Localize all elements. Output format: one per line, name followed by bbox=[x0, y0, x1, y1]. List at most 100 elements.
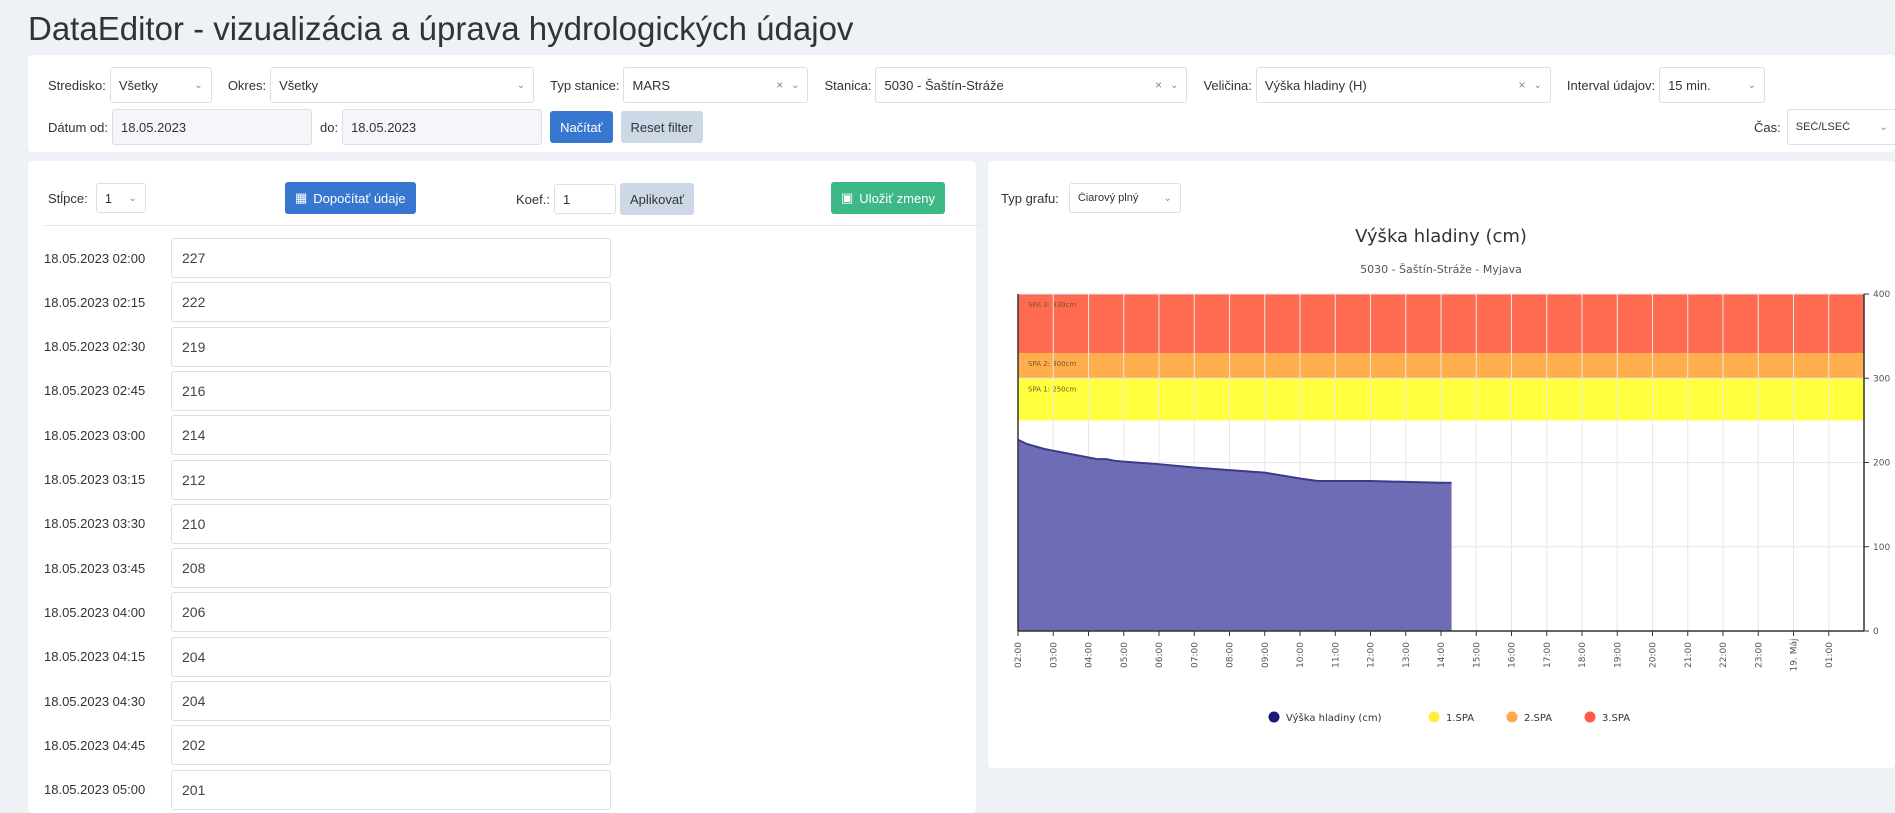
y-tick-label: 400 bbox=[1873, 290, 1890, 300]
list-item: 18.05.2023 04:30 204 bbox=[44, 681, 611, 721]
filter-row-1: Stredisko: Všetky ⌄ Okres: Všetky ⌄ Typ … bbox=[48, 67, 1766, 103]
row-timestamp: 18.05.2023 03:30 bbox=[44, 516, 146, 532]
legend-marker bbox=[1268, 711, 1280, 723]
legend-label: Výška hladiny (cm) bbox=[1286, 712, 1382, 724]
cas-label: Čas: bbox=[1754, 119, 1781, 135]
series-area bbox=[1018, 439, 1452, 631]
koef-input[interactable]: 1 bbox=[553, 184, 616, 214]
list-item: 18.05.2023 04:15 204 bbox=[44, 636, 611, 677]
band-label: SPA 2: 300cm bbox=[1028, 360, 1076, 368]
row-value-input[interactable]: 227 bbox=[171, 238, 611, 278]
y-tick-label: 100 bbox=[1873, 543, 1890, 553]
koef-label: Koef.: bbox=[516, 191, 550, 207]
datum-od-input[interactable]: 18.05.2023 bbox=[111, 109, 312, 145]
row-value-input[interactable]: 212 bbox=[171, 459, 611, 500]
legend-marker bbox=[1506, 711, 1518, 723]
okres-value: Všetky bbox=[279, 77, 319, 93]
list-item: 18.05.2023 03:30 210 bbox=[44, 503, 611, 544]
row-timestamp: 18.05.2023 04:15 bbox=[44, 649, 146, 665]
stredisko-select[interactable]: Všetky ⌄ bbox=[109, 67, 212, 103]
x-tick-label: 04:00 bbox=[1085, 642, 1095, 668]
filter-row-2: Dátum od: 18.05.2023 do: 18.05.2023 Načí… bbox=[48, 109, 703, 145]
dopocitat-button[interactable]: ▦ Dopočítať údaje bbox=[285, 182, 416, 214]
row-value-input[interactable]: 208 bbox=[171, 548, 611, 589]
velicina-label: Veličina: bbox=[1203, 77, 1252, 93]
legend-marker bbox=[1584, 711, 1596, 723]
row-value-input[interactable]: 210 bbox=[171, 503, 611, 544]
row-value-input[interactable]: 222 bbox=[171, 282, 611, 323]
clear-icon[interactable]: × bbox=[1155, 78, 1162, 92]
datum-od-label: Dátum od: bbox=[48, 119, 108, 135]
row-timestamp: 18.05.2023 02:30 bbox=[44, 339, 146, 355]
x-tick-label: 19:00 bbox=[1613, 642, 1623, 668]
datum-do-input[interactable]: 18.05.2023 bbox=[342, 109, 543, 145]
x-tick-label: 19. Máj bbox=[1790, 639, 1800, 672]
x-tick-label: 17:00 bbox=[1543, 642, 1553, 668]
cas-value: SEČ/LSEČ bbox=[1795, 121, 1851, 133]
velicina-select[interactable]: Výška hladiny (H) × ⌄ bbox=[1255, 67, 1551, 103]
row-value-input[interactable]: 214 bbox=[171, 415, 611, 456]
row-value-input[interactable]: 216 bbox=[171, 370, 611, 411]
x-tick-label: 16:00 bbox=[1508, 642, 1518, 668]
x-tick-label: 05:00 bbox=[1120, 642, 1130, 668]
list-item: 18.05.2023 03:15 212 bbox=[44, 459, 611, 500]
row-timestamp: 18.05.2023 03:15 bbox=[44, 472, 146, 487]
okres-label: Okres: bbox=[227, 77, 267, 93]
x-tick-label: 20:00 bbox=[1649, 642, 1659, 668]
x-tick-label: 13:00 bbox=[1402, 642, 1412, 668]
row-value-input[interactable]: 201 bbox=[171, 769, 611, 810]
legend-label: 2.SPA bbox=[1524, 713, 1552, 724]
row-value-input[interactable]: 206 bbox=[171, 592, 611, 633]
calculator-icon: ▦ bbox=[295, 190, 308, 205]
nacitat-button[interactable]: Načítať bbox=[550, 111, 613, 143]
x-tick-label: 21:00 bbox=[1684, 642, 1694, 668]
list-item: 18.05.2023 02:15 222 bbox=[44, 282, 611, 323]
reset-filter-button[interactable]: Reset filter bbox=[620, 111, 703, 143]
stanica-label: Stanica: bbox=[824, 77, 872, 93]
row-value-input[interactable]: 202 bbox=[171, 725, 611, 766]
x-tick-label: 23:00 bbox=[1754, 642, 1764, 668]
chart-title: Výška hladiny (cm) bbox=[1355, 226, 1527, 247]
koef-group: Koef.: 1 Aplikovať bbox=[516, 183, 694, 215]
x-tick-label: 03:00 bbox=[1049, 642, 1059, 668]
list-item: 18.05.2023 02:00 227 bbox=[44, 238, 611, 278]
row-timestamp: 18.05.2023 02:00 bbox=[44, 250, 146, 266]
interval-select[interactable]: 15 min. ⌄ bbox=[1659, 67, 1766, 103]
x-tick-label: 08:00 bbox=[1226, 642, 1236, 668]
row-timestamp: 18.05.2023 02:45 bbox=[44, 383, 146, 399]
row-timestamp: 18.05.2023 02:15 bbox=[44, 294, 146, 310]
cas-select[interactable]: SEČ/LSEČ ⌄ bbox=[1786, 109, 1895, 145]
x-tick-label: 01:00 bbox=[1825, 642, 1835, 668]
okres-select[interactable]: Všetky ⌄ bbox=[270, 67, 535, 103]
chevron-down-icon: ⌄ bbox=[1747, 79, 1757, 91]
stanica-select[interactable]: 5030 - Šaštín-Stráže × ⌄ bbox=[875, 67, 1188, 103]
chevron-down-icon: ⌄ bbox=[128, 192, 137, 204]
list-item: 18.05.2023 02:30 219 bbox=[44, 326, 611, 367]
save-icon: ▣ bbox=[841, 190, 854, 205]
row-value-input[interactable]: 204 bbox=[171, 636, 611, 677]
y-tick-label: 200 bbox=[1873, 459, 1890, 469]
list-item: 18.05.2023 03:00 214 bbox=[44, 415, 611, 456]
row-timestamp: 18.05.2023 04:30 bbox=[44, 693, 146, 709]
typ-stanice-select[interactable]: MARS × ⌄ bbox=[623, 67, 809, 103]
chevron-down-icon: ⌄ bbox=[516, 79, 526, 91]
row-value-input[interactable]: 219 bbox=[171, 326, 611, 367]
dopocitat-label: Dopočítať údaje bbox=[313, 190, 406, 206]
legend-label: 3.SPA bbox=[1602, 713, 1630, 724]
legend-marker bbox=[1428, 711, 1440, 723]
list-item: 18.05.2023 04:00 206 bbox=[44, 592, 611, 633]
clear-icon[interactable]: × bbox=[776, 78, 783, 92]
band-label: SPA 3: 330cm bbox=[1028, 301, 1076, 309]
datum-do-label: do: bbox=[319, 119, 339, 135]
chevron-down-icon: ⌄ bbox=[1879, 121, 1888, 133]
row-value-input[interactable]: 204 bbox=[171, 681, 611, 721]
ulozit-button[interactable]: ▣ Uložiť zmeny bbox=[831, 182, 945, 214]
stlpce-select[interactable]: 1 ⌄ bbox=[95, 183, 146, 213]
aplikovat-button[interactable]: Aplikovať bbox=[619, 183, 694, 215]
divider bbox=[44, 225, 984, 226]
page-title: DataEditor - vizualizácia a úprava hydro… bbox=[28, 10, 854, 47]
chevron-down-icon: ⌄ bbox=[1533, 79, 1542, 91]
x-tick-label: 11:00 bbox=[1331, 642, 1341, 668]
clear-icon[interactable]: × bbox=[1518, 78, 1525, 92]
stlpce-value: 1 bbox=[104, 190, 112, 206]
